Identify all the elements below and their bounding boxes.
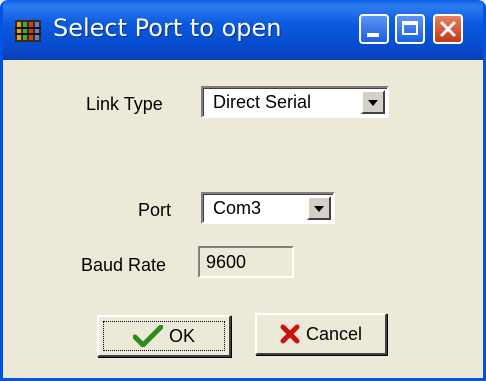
- link-type-label: Link Type: [86, 94, 163, 114]
- baud-rate-field: 9600: [198, 246, 294, 278]
- ok-button[interactable]: OK: [97, 315, 231, 357]
- baud-rate-value: 9600: [206, 252, 247, 272]
- link-type-select[interactable]: Direct Serial: [201, 86, 389, 118]
- minimize-button[interactable]: [359, 14, 389, 44]
- app-grid-icon: [15, 20, 41, 42]
- port-dropdown-button[interactable]: [307, 196, 331, 220]
- close-icon: [440, 21, 456, 37]
- red-x-icon: [280, 324, 300, 344]
- window-title: Select Port to open: [53, 14, 282, 42]
- dialog-body: Link Type Direct Serial Port Com3 Baud R…: [3, 60, 483, 378]
- dialog-window: Select Port to open Link Type Direct Ser…: [0, 0, 486, 381]
- maximize-button[interactable]: [395, 14, 425, 44]
- link-type-value: Direct Serial: [213, 92, 312, 112]
- maximize-icon: [402, 21, 418, 35]
- minimize-icon: [367, 33, 379, 37]
- port-label: Port: [138, 200, 172, 220]
- port-select[interactable]: Com3: [201, 192, 335, 224]
- ok-label: OK: [168, 325, 195, 346]
- checkmark-icon: [132, 325, 163, 347]
- port-value: Com3: [213, 198, 262, 218]
- baud-rate-label: Baud Rate: [81, 255, 167, 275]
- title-bar[interactable]: Select Port to open: [3, 0, 483, 60]
- cancel-label: Cancel: [305, 323, 363, 344]
- chevron-down-icon: [368, 100, 378, 106]
- close-button[interactable]: [433, 14, 463, 44]
- cancel-button[interactable]: Cancel: [255, 313, 387, 355]
- link-type-dropdown-button[interactable]: [361, 90, 385, 114]
- chevron-down-icon: [314, 206, 324, 212]
